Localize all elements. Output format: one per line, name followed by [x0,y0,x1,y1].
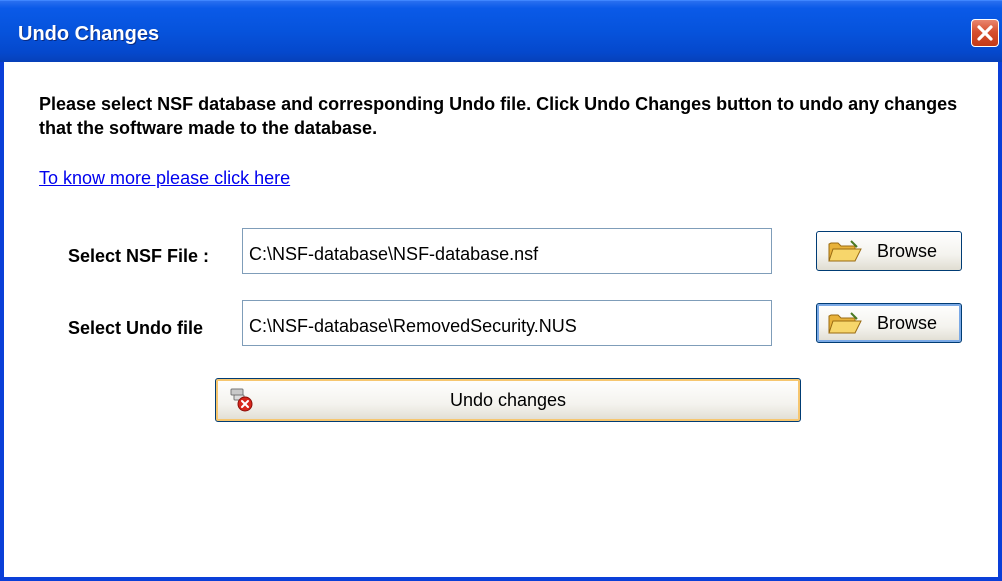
window-title: Undo Changes [18,23,160,45]
know-more-link[interactable]: To know more please click here [39,168,290,189]
browse-label: Browse [877,313,938,333]
undo-changes-label: Undo changes [449,390,567,410]
undo-file-input[interactable] [242,300,772,346]
close-icon [977,25,993,41]
folder-open-icon [828,240,862,262]
browse-label: Browse [877,241,938,261]
undo-changes-button[interactable]: Undo changes [215,378,801,422]
nsf-file-label: Select NSF File : [68,246,210,266]
nsf-file-input[interactable] [242,228,772,274]
undo-file-label: Select Undo file [68,318,204,338]
folder-open-icon [828,312,862,334]
close-button[interactable] [971,19,999,47]
dialog-content: Please select NSF database and correspon… [4,62,998,577]
nsf-browse-button[interactable]: Browse [816,231,962,271]
title-bar[interactable]: Undo Changes [0,0,1002,62]
undo-changes-dialog: Undo Changes Please select NSF database … [0,0,1002,581]
instruction-text: Please select NSF database and correspon… [39,94,958,138]
undo-browse-button[interactable]: Browse [816,303,962,343]
